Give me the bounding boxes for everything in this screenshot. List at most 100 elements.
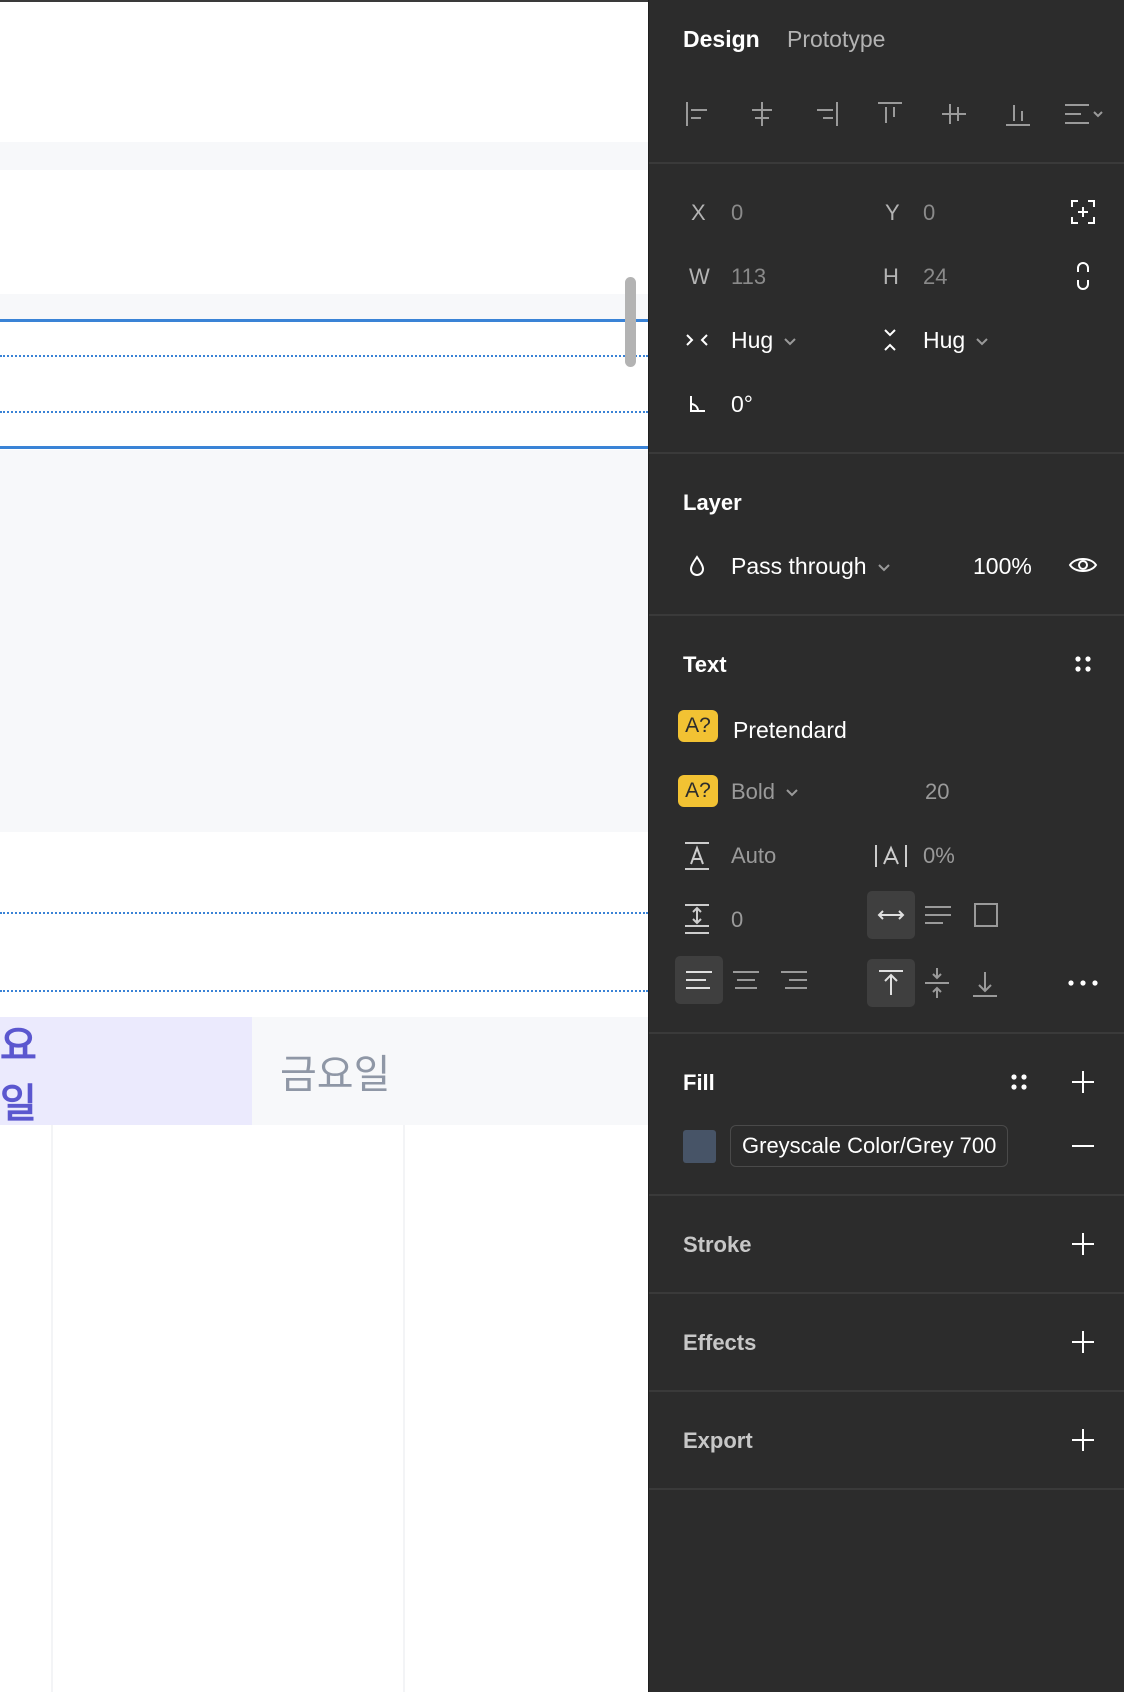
text-styles-grid-icon[interactable] [1063,644,1103,684]
auto-height-icon[interactable] [918,895,958,935]
section-divider [649,1488,1124,1490]
align-right-icon[interactable] [806,94,846,134]
rotation-icon [677,384,717,424]
chevron-down-icon [786,789,798,797]
text-align-center-icon[interactable] [726,960,766,1000]
add-export-plus-icon[interactable] [1063,1420,1103,1460]
section-divider [649,1292,1124,1294]
fill-section-title: Fill [683,1070,715,1095]
guide-line [0,411,648,413]
auto-width-icon [877,910,905,920]
vertical-resizing-icon [870,320,910,360]
missing-font-badge: A? [678,775,718,807]
selection-outline-top [0,319,648,322]
align-bottom-icon[interactable] [998,94,1038,134]
day-cell-thursday[interactable]: 요일 [0,1017,252,1127]
auto-width-button[interactable] [867,891,915,939]
font-size-input[interactable]: 20 [925,779,949,805]
stroke-section-title: Stroke [683,1232,752,1257]
font-family-dropdown[interactable]: Pretendard [733,717,847,744]
vertical-align-middle-icon[interactable] [917,963,957,1003]
width-resizing-value: Hug [731,327,774,353]
vertical-align-top-icon [879,970,903,995]
add-fill-plus-icon[interactable] [1063,1062,1103,1102]
x-input[interactable]: 0 [731,200,743,226]
guide-line [0,912,648,914]
day-cell-friday[interactable]: 금요일 [252,1017,648,1125]
text-align-left-button[interactable] [675,956,723,1004]
export-section-title: Export [683,1428,753,1453]
text-align-left-icon [686,971,712,989]
constrain-proportions-icon[interactable] [1063,256,1103,296]
day-label: 금요일 [280,1052,391,1098]
more-options-icon[interactable] [1063,963,1103,1003]
rotation-input[interactable]: 0° [731,391,753,418]
blend-mode-dropdown[interactable]: Pass through [731,553,891,580]
horizontal-resizing-icon [677,320,717,360]
line-height-icon [677,836,717,876]
add-effect-plus-icon[interactable] [1063,1322,1103,1362]
align-horizontal-center-icon[interactable] [742,94,782,134]
fixed-size-icon[interactable] [966,895,1006,935]
paragraph-spacing-input[interactable]: 0 [731,907,743,933]
section-divider [649,452,1124,454]
y-input[interactable]: 0 [923,200,935,226]
font-weight-value: Bold [731,779,776,804]
h-label: H [883,264,899,289]
paragraph-spacing-icon [677,899,717,939]
distribute-menu-icon[interactable] [1059,94,1109,134]
blend-mode-value: Pass through [731,553,867,579]
text-align-right-icon[interactable] [774,960,814,1000]
selection-outline-bottom [0,446,648,449]
x-label: X [691,200,706,225]
canvas-content-block [0,450,648,832]
letter-spacing-icon [871,836,911,876]
blend-mode-drop-icon [677,546,717,586]
align-vertical-center-icon[interactable] [934,94,974,134]
layer-section-title: Layer [683,490,742,515]
section-divider [649,1194,1124,1196]
w-label: W [689,264,710,289]
fill-style-name[interactable]: Greyscale Color/Grey 700 [730,1125,1009,1167]
eye-icon[interactable] [1063,545,1103,585]
width-resizing-dropdown[interactable]: Hug [731,327,797,354]
canvas-scrollbar-thumb[interactable] [625,277,636,367]
line-height-input[interactable]: Auto [731,843,776,869]
vertical-align-bottom-icon[interactable] [965,963,1005,1003]
canvas-row-band [0,294,648,320]
width-input[interactable]: 113 [731,264,766,290]
font-weight-dropdown[interactable]: Bold [731,779,799,805]
tab-prototype[interactable]: Prototype [787,26,885,53]
chevron-down-icon [877,564,890,572]
add-stroke-plus-icon[interactable] [1063,1224,1103,1264]
letter-spacing-input[interactable]: 0% [923,843,955,869]
vertical-align-top-button[interactable] [867,959,915,1007]
guide-line [0,355,648,357]
text-section-title: Text [683,652,727,677]
column-divider [403,1125,405,1692]
design-canvas[interactable]: 요일 금요일 [0,0,648,1692]
missing-font-badge: A? [678,710,718,742]
align-left-icon[interactable] [678,94,718,134]
fill-color-swatch[interactable] [683,1130,716,1163]
height-resizing-value: Hug [923,327,966,353]
layer-opacity-input[interactable]: 100% [973,553,1032,580]
height-input[interactable]: 24 [923,264,947,290]
constraints-icon[interactable] [1063,192,1103,232]
effects-section-title: Effects [683,1330,757,1355]
section-divider [649,614,1124,616]
chevron-down-icon [976,338,988,346]
section-divider [649,1032,1124,1034]
day-label: 요일 [0,1023,37,1127]
column-divider [51,1125,53,1692]
tab-design[interactable]: Design [683,26,760,53]
guide-line [0,990,648,992]
chevron-down-icon [784,338,796,346]
section-divider [649,162,1124,164]
fill-styles-grid-icon[interactable] [999,1062,1039,1102]
align-top-icon[interactable] [870,94,910,134]
properties-panel: Design Prototype X 0 Y 0 W 113 H 24 Hug [648,0,1124,1692]
remove-fill-minus-icon[interactable] [1063,1126,1103,1166]
y-label: Y [885,200,900,225]
height-resizing-dropdown[interactable]: Hug [923,327,989,354]
